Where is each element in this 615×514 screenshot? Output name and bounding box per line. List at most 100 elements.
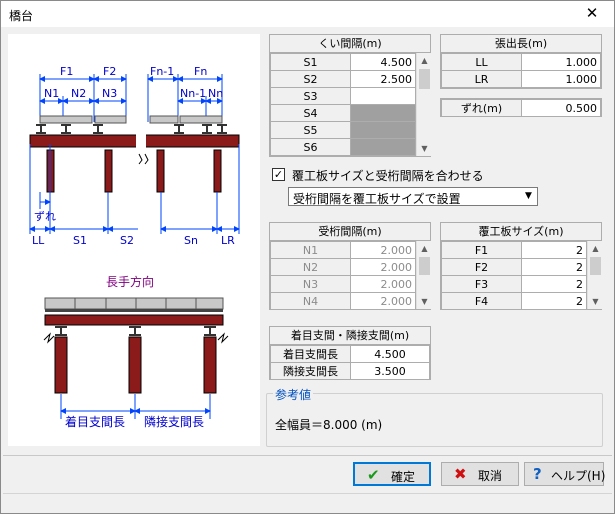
pile-spacing-title: くい間隔(m): [270, 35, 430, 53]
n4-input: 2.000: [350, 292, 416, 310]
row-label: F1: [441, 241, 522, 259]
n3-input: 2.000: [350, 275, 416, 293]
offset-table: ずれ(m) 0.500: [441, 99, 601, 117]
close-icon[interactable]: ✕: [572, 1, 612, 27]
table-row: 隣接支間長 3.500: [270, 362, 430, 380]
help-icon: ?: [533, 465, 542, 483]
label-adj-span: 隣接支間長: [144, 414, 204, 429]
label-ll: LL: [32, 234, 45, 247]
table-row: LR 1.000: [441, 70, 601, 88]
overhang-table: LL 1.000 LR 1.000: [441, 53, 601, 88]
label-s2: S2: [120, 234, 134, 247]
scroll-thumb[interactable]: [419, 257, 430, 275]
label-s1: S1: [73, 234, 87, 247]
row-label: N4: [270, 292, 351, 310]
table-row: S4: [270, 104, 416, 122]
row-label: S1: [270, 53, 351, 71]
label-fn1: Fn-1: [150, 65, 174, 78]
match-checkbox[interactable]: ✓: [272, 168, 285, 181]
scroll-down-icon[interactable]: ▼: [417, 294, 432, 309]
girder-spacing-table: N1 2.000 N2 2.000 N3 2.000 N4 2.000: [270, 241, 416, 310]
long-direction-title: 長手方向: [106, 274, 154, 289]
table-row: S2 2.500: [270, 70, 416, 88]
f4-input[interactable]: 2: [521, 292, 587, 310]
help-button-label: ヘルプ(H): [551, 469, 606, 483]
ll-input[interactable]: 1.000: [521, 53, 601, 71]
label-sn: Sn: [184, 234, 198, 247]
table-row: N4 2.000: [270, 292, 416, 310]
f1-input[interactable]: 2: [521, 241, 587, 259]
row-label: F3: [441, 275, 522, 293]
span-title: 着目支間・隣接支間(m): [270, 327, 430, 345]
plate-size-group: 覆工板サイズ(m) F1 2 F2 2 F3 2 F4 2 ▲ ▼: [440, 222, 602, 310]
row-label: S6: [270, 138, 351, 156]
reference-group: 参考値 全幅員＝8.000 (m): [266, 386, 603, 447]
scroll-up-icon[interactable]: ▲: [417, 241, 432, 256]
f2-input[interactable]: 2: [521, 258, 587, 276]
match-mode-select[interactable]: 受桁間隔を覆工板サイズで設置 ▼: [288, 187, 538, 206]
label-f2: F2: [103, 65, 116, 78]
f3-input[interactable]: 2: [521, 275, 587, 293]
table-row: 着目支間長 4.500: [270, 345, 430, 363]
scroll-thumb[interactable]: [590, 257, 601, 275]
plate-size-scrollbar[interactable]: ▲ ▼: [587, 241, 602, 309]
table-row: N1 2.000: [270, 241, 416, 259]
status-bar: [3, 493, 612, 512]
scroll-down-icon[interactable]: ▼: [417, 141, 432, 156]
table-row: ずれ(m) 0.500: [441, 99, 601, 117]
label-n3: N3: [102, 87, 117, 100]
s3-input[interactable]: [350, 87, 416, 105]
table-row: S3: [270, 87, 416, 105]
cancel-button[interactable]: ✖ 取消: [441, 462, 519, 486]
scroll-thumb[interactable]: [419, 69, 430, 89]
row-label: LR: [441, 70, 522, 88]
lr-input[interactable]: 1.000: [521, 70, 601, 88]
s1-input[interactable]: 4.500: [350, 53, 416, 71]
offset-label: ずれ(m): [441, 99, 522, 117]
scroll-down-icon[interactable]: ▼: [588, 294, 603, 309]
plate-size-title: 覆工板サイズ(m): [441, 223, 601, 241]
row-label: 隣接支間長: [270, 362, 351, 380]
table-row: N3 2.000: [270, 275, 416, 293]
chevron-down-icon[interactable]: ▼: [520, 188, 537, 205]
s2-input[interactable]: 2.500: [350, 70, 416, 88]
overhang-group: 張出長(m) LL 1.000 LR 1.000: [440, 34, 602, 89]
table-row: LL 1.000: [441, 53, 601, 71]
s4-input: [350, 104, 416, 122]
row-label: N3: [270, 275, 351, 293]
check-icon: ✔: [367, 466, 380, 484]
table-row: F2 2: [441, 258, 587, 276]
scroll-up-icon[interactable]: ▲: [588, 241, 603, 256]
row-label: S3: [270, 87, 351, 105]
row-label: F2: [441, 258, 522, 276]
pile-spacing-group: くい間隔(m) S1 4.500 S2 2.500 S3 S4 S5 S6 ▲ ▼: [269, 34, 431, 157]
row-label: F4: [441, 292, 522, 310]
ok-button-label: 確定: [391, 470, 416, 484]
pile-spacing-scrollbar[interactable]: ▲ ▼: [416, 53, 431, 156]
girder-spacing-title: 受桁間隔(m): [270, 223, 430, 241]
label-n1: N1: [44, 87, 59, 100]
row-label: S4: [270, 104, 351, 122]
main-span-input[interactable]: 4.500: [350, 345, 430, 363]
row-label: N2: [270, 258, 351, 276]
plate-size-table: F1 2 F2 2 F3 2 F4 2: [441, 241, 587, 310]
label-f1: F1: [60, 65, 73, 78]
table-row: S1 4.500: [270, 53, 416, 71]
adjacent-span-input[interactable]: 3.500: [350, 362, 430, 380]
label-nn1: Nn-1: [180, 87, 206, 100]
window-title: 橋台: [9, 9, 34, 23]
label-n2: N2: [71, 87, 86, 100]
help-button[interactable]: ? ヘルプ(H): [524, 462, 606, 486]
row-label: S2: [270, 70, 351, 88]
table-row: F4 2: [441, 292, 587, 310]
s6-input: [350, 138, 416, 156]
girder-spacing-scrollbar[interactable]: ▲ ▼: [416, 241, 431, 309]
table-row: N2 2.000: [270, 258, 416, 276]
match-mode-value: 受桁間隔を覆工板サイズで設置: [293, 192, 461, 206]
offset-input[interactable]: 0.500: [521, 99, 601, 117]
ok-button[interactable]: ✔ 確定: [353, 462, 431, 486]
diagram-panel: F1 F2 Fn-1 Fn N1 N2 N3 Nn-1 Nn ずれ LL S1 …: [8, 34, 260, 446]
match-checkbox-label[interactable]: 覆工板サイズと受桁間隔を合わせる: [292, 167, 484, 184]
scroll-up-icon[interactable]: ▲: [417, 53, 432, 68]
label-nn: Nn: [208, 87, 223, 100]
